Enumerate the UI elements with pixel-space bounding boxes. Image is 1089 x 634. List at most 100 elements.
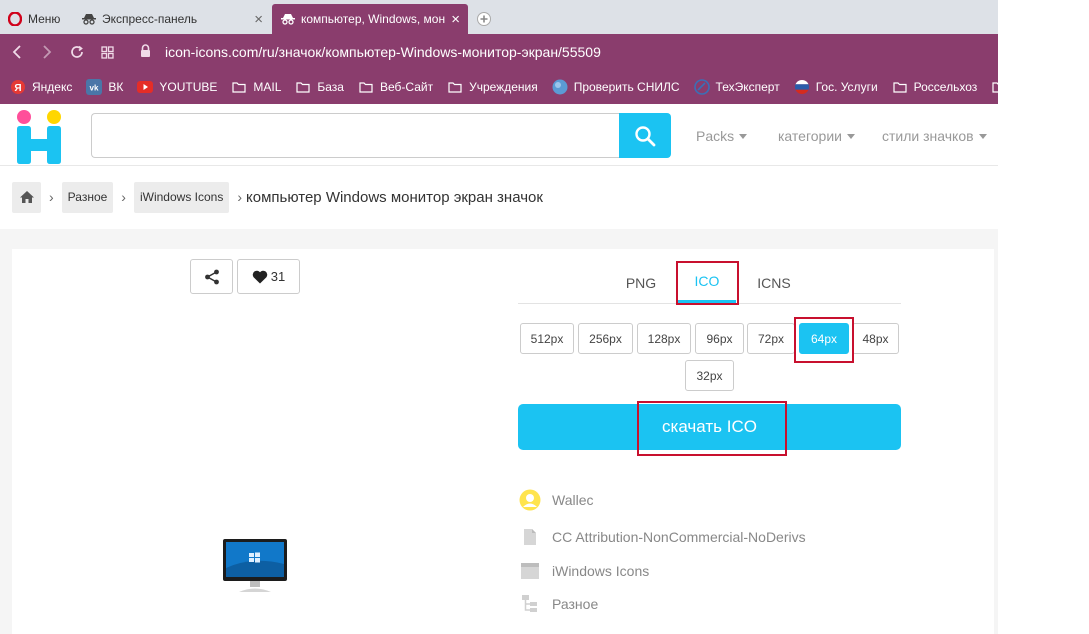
size-option[interactable]: 96px (695, 323, 744, 354)
bookmark-label: Яндекс (32, 80, 73, 94)
bookmark-label: MAIL (253, 80, 282, 94)
bookmarks-bar: Я Яндекс vk ВК YOUTUBE MAIL База Веб-Сай… (0, 70, 998, 104)
home-icon (19, 191, 34, 203)
search-button[interactable] (619, 113, 671, 158)
bookmark-label: Учреждения (469, 80, 538, 94)
tab-ico[interactable]: ICO (678, 262, 736, 303)
format-tabs: PNG ICO ICNS (518, 262, 901, 304)
forward-button[interactable] (32, 34, 62, 70)
meta-pack[interactable]: iWindows Icons (518, 560, 649, 582)
incognito-icon (81, 11, 97, 27)
pack-name: iWindows Icons (552, 563, 650, 579)
category-name: Разное (552, 596, 599, 612)
size-option[interactable]: 72px (747, 323, 795, 354)
breadcrumb-current: компьютер Windows монитор экран значок (246, 188, 543, 206)
bookmark-snils[interactable]: Проверить СНИЛС (552, 79, 680, 95)
bookmark-yandex[interactable]: Я Яндекс (10, 80, 72, 94)
size-option[interactable]: 512px (520, 323, 574, 354)
opera-logo-icon (7, 11, 23, 27)
bookmark-rosselkhoz[interactable]: Россельхоз (892, 80, 978, 94)
size-option[interactable]: 128px (637, 323, 691, 354)
bookmark-mail[interactable]: MAIL (231, 80, 281, 94)
user-icon (518, 489, 542, 511)
nav-categories[interactable]: категории (778, 128, 855, 144)
bookmark-label: YOUTUBE (159, 80, 218, 94)
download-button[interactable]: скачать ICO (518, 404, 901, 450)
favorite-button[interactable]: 31 (237, 259, 300, 294)
breadcrumb-item[interactable]: iWindows Icons (133, 181, 230, 213)
arrow-right-icon (43, 45, 52, 59)
size-option[interactable]: 32px (685, 360, 734, 391)
meta-author[interactable]: Wallec (518, 489, 594, 511)
lock-icon (140, 43, 151, 61)
bookmark-gosuslugi[interactable]: Гос. Услуги (794, 80, 878, 94)
svg-text:vk: vk (90, 84, 99, 93)
search-input[interactable] (91, 113, 619, 158)
bookmark-label: База (317, 80, 344, 94)
speed-dial-button[interactable] (92, 34, 122, 70)
bookmark-label: Россельхоз (913, 80, 978, 94)
meta-license[interactable]: CC Attribution-NonCommercial-NoDerivs (518, 526, 806, 548)
bookmark-youtube[interactable]: YOUTUBE (137, 80, 217, 94)
document-icon (518, 526, 542, 548)
grid-icon (100, 45, 114, 59)
icon-preview-monitor (222, 538, 288, 594)
folder-icon (295, 80, 311, 94)
nav-styles-label: стили значков (882, 128, 974, 144)
bookmark-institutions[interactable]: Учреждения (447, 80, 538, 94)
reload-icon (71, 45, 83, 58)
share-button[interactable] (190, 259, 233, 294)
opera-menu-button[interactable]: Меню (0, 4, 72, 34)
share-icon (204, 269, 219, 284)
bookmark-techexpert[interactable]: ТехЭксперт (693, 79, 780, 95)
close-icon[interactable]: × (250, 12, 263, 27)
bookmark-vk[interactable]: vk ВК (86, 79, 123, 95)
breadcrumb-home[interactable] (12, 181, 41, 213)
svg-text:Я: Я (14, 83, 21, 94)
folder-icon (892, 80, 908, 94)
bookmark-label: Гос. Услуги (815, 80, 878, 94)
tab-express-panel[interactable]: Экспресс-панель × (73, 4, 271, 34)
size-option-selected[interactable]: 64px (799, 323, 849, 354)
breadcrumb-item[interactable]: Разное (61, 181, 114, 213)
bookmark-website[interactable]: Веб-Сайт (358, 80, 433, 94)
arrow-left-icon (12, 45, 21, 59)
meta-category[interactable]: Разное (518, 593, 598, 615)
reload-button[interactable] (62, 34, 92, 70)
caret-down-icon (846, 133, 855, 139)
chevron-right-icon: › (237, 189, 243, 205)
bookmark-label: ТехЭксперт (715, 80, 780, 94)
url-field[interactable]: icon-icons.com/ru/значок/компьютер-Windo… (140, 43, 601, 61)
new-tab-button[interactable] (472, 4, 496, 34)
tab-icns[interactable]: ICNS (745, 262, 803, 303)
license-text: CC Attribution-NonCommercial-NoDerivs (552, 529, 806, 545)
address-bar: icon-icons.com/ru/значок/компьютер-Windo… (0, 34, 998, 70)
size-option[interactable]: 256px (578, 323, 633, 354)
browser-tab-bar: Меню Экспресс-панель × компьютер, Window… (0, 0, 998, 34)
bookmark-label: Проверить СНИЛС (573, 80, 680, 94)
tab-label: Экспресс-панель (102, 12, 198, 26)
caret-down-icon (978, 133, 987, 139)
favorites-count: 31 (270, 269, 286, 284)
breadcrumb: › Разное › iWindows Icons › компьютер Wi… (12, 181, 543, 213)
menu-label: Меню (28, 12, 61, 26)
site-logo[interactable] (14, 109, 66, 165)
folder-icon (358, 80, 374, 94)
tab-icon-page[interactable]: компьютер, Windows, мон × (272, 4, 468, 34)
nav-categories-label: категории (778, 128, 842, 144)
back-button[interactable] (2, 34, 32, 70)
site-header: Packs категории стили значков (0, 104, 998, 166)
size-option[interactable]: 48px (852, 323, 899, 354)
tab-png[interactable]: PNG (613, 262, 669, 303)
heart-icon (252, 270, 267, 283)
close-icon[interactable]: × (447, 12, 460, 27)
url-text: icon-icons.com/ru/значок/компьютер-Windo… (165, 44, 601, 60)
globe-icon (552, 79, 568, 95)
bookmark-baza[interactable]: База (295, 80, 344, 94)
bookmark-overflow-folder[interactable] (991, 80, 998, 94)
caret-down-icon (739, 133, 748, 139)
nav-packs[interactable]: Packs (696, 128, 748, 144)
nav-icon-styles[interactable]: стили значков (882, 128, 987, 144)
search-icon (635, 125, 656, 146)
author-name: Wallec (552, 492, 594, 508)
